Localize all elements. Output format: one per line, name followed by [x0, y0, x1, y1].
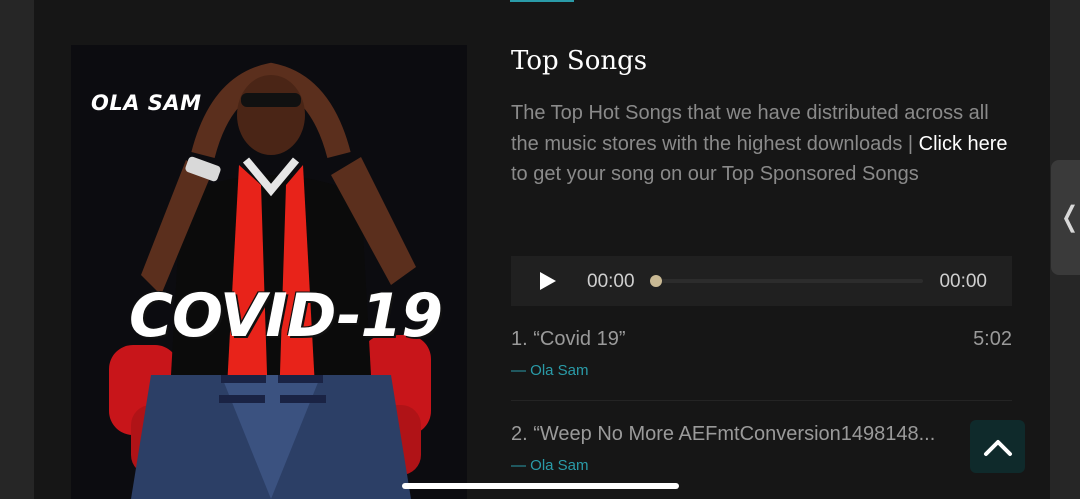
side-drawer-tab[interactable]: ❬	[1051, 160, 1080, 275]
playlist-item[interactable]: 2. “Weep No More AEFmtConversion1498148.…	[511, 423, 1012, 483]
progress-track[interactable]	[651, 279, 923, 283]
progress-handle[interactable]	[650, 275, 662, 287]
song-title[interactable]: 2. “Weep No More AEFmtConversion1498148.…	[511, 423, 935, 446]
click-here-link[interactable]: Click here	[919, 133, 1008, 155]
audio-player: 00:00 00:00	[511, 256, 1012, 306]
album-artist-text: OLA SAM	[91, 91, 202, 115]
song-artist-link[interactable]: — Ola Sam	[511, 362, 589, 379]
description-text: The Top Hot Songs that we have distribut…	[511, 102, 989, 155]
song-artist-link[interactable]: — Ola Sam	[511, 457, 589, 474]
album-cover-image: OLA SAM COVID-19	[71, 45, 467, 499]
description-text-end: to get your song on our Top Sponsored So…	[511, 163, 919, 185]
chevron-up-icon	[984, 440, 1012, 456]
song-length: 5:02	[973, 328, 1012, 350]
song-title[interactable]: 1. “Covid 19”	[511, 328, 626, 351]
playlist-divider	[511, 400, 1012, 401]
back-to-top-button[interactable]	[970, 420, 1025, 473]
home-indicator[interactable]	[402, 483, 679, 489]
section-description: The Top Hot Songs that we have distribut…	[511, 98, 1011, 190]
top-accent-bar	[510, 0, 574, 2]
duration-time: 00:00	[939, 271, 987, 292]
chevron-left-icon: ❬	[1058, 200, 1080, 233]
playlist-item[interactable]: 1. “Covid 19” 5:02 — Ola Sam	[511, 328, 1012, 388]
section-heading: Top Songs	[511, 46, 648, 76]
current-time: 00:00	[587, 271, 635, 292]
play-icon[interactable]	[540, 272, 556, 290]
album-title-text: COVID-19	[129, 281, 443, 351]
